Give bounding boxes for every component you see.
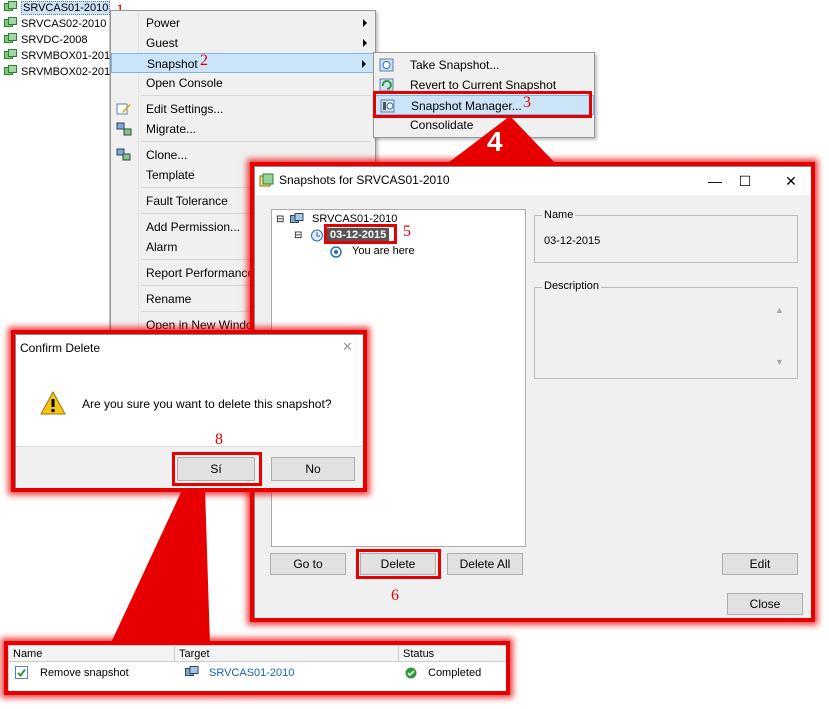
- highlight-confirm-dialog: [11, 330, 367, 492]
- step-4-label: 4: [487, 126, 503, 157]
- highlight-recent-tasks: [4, 641, 510, 695]
